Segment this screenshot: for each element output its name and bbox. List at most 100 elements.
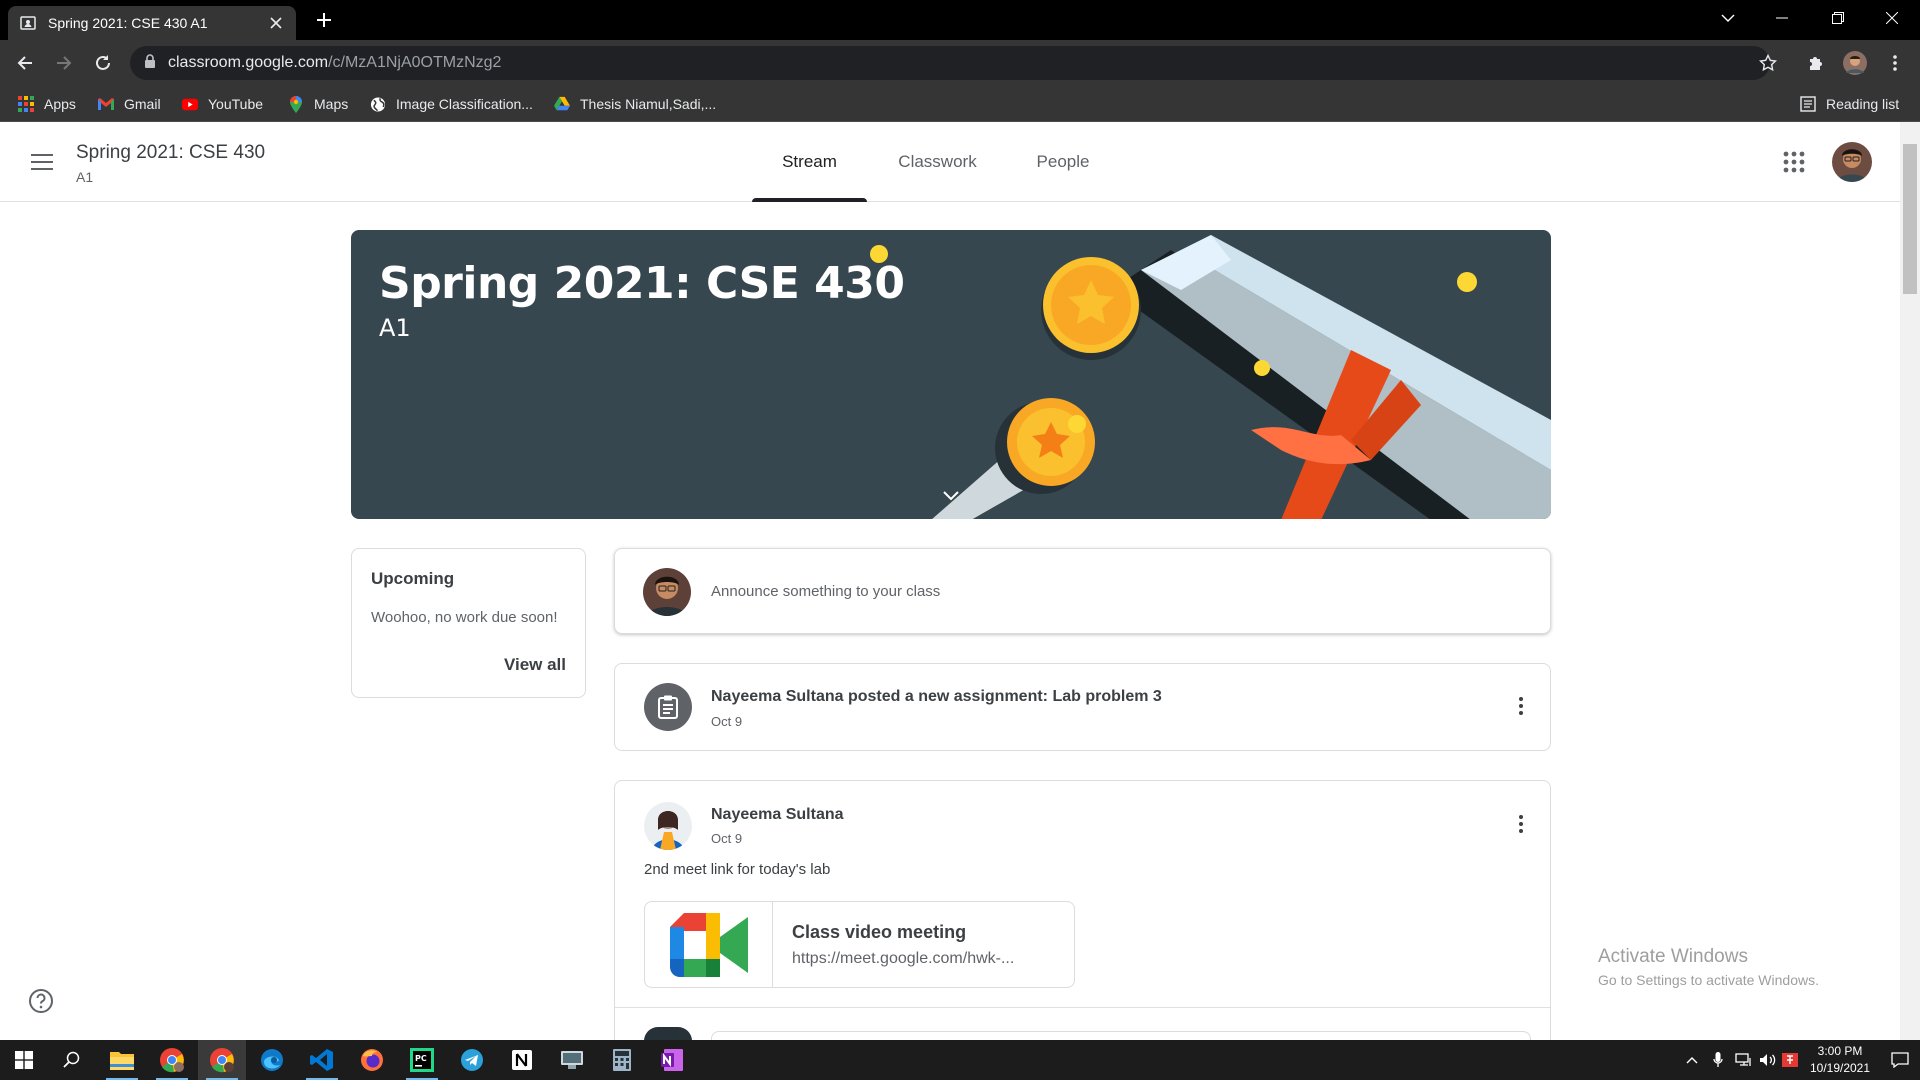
- browser-toolbar: classroom.google.com/c/MzA1NjA0OTMzNzg2: [0, 40, 1920, 86]
- post-date: Oct 9: [711, 831, 743, 846]
- bookmark-image-classification[interactable]: Image Classification...: [370, 94, 533, 114]
- google-apps-icon[interactable]: [1782, 150, 1806, 174]
- class-banner: Spring 2021: CSE 430 A1: [351, 230, 1551, 519]
- lock-icon[interactable]: [144, 53, 156, 73]
- post-author: Nayeema Sultana: [711, 806, 844, 823]
- minimize-icon[interactable]: [1754, 0, 1810, 36]
- clock-date: 10/19/2021: [1809, 1061, 1871, 1075]
- system-clock[interactable]: 3:00 PM 10/19/2021: [1800, 1043, 1880, 1077]
- banner-section: A1: [379, 314, 411, 342]
- watermark-subtitle: Go to Settings to activate Windows.: [1598, 972, 1819, 988]
- search-icon[interactable]: [48, 1040, 96, 1080]
- extensions-puzzle-icon[interactable]: [1803, 50, 1829, 76]
- close-tab-icon[interactable]: [268, 15, 284, 31]
- banner-class-name: Spring 2021: CSE 430: [379, 258, 905, 309]
- onenote-icon[interactable]: [648, 1040, 696, 1080]
- action-center-icon[interactable]: [1880, 1040, 1920, 1080]
- volume-icon[interactable]: [1756, 1040, 1780, 1080]
- clock-time: 3:00 PM: [1817, 1044, 1863, 1058]
- post-body: 2nd meet link for today's lab: [644, 861, 831, 878]
- reload-icon[interactable]: [90, 50, 116, 76]
- bookmark-star-icon[interactable]: [1755, 50, 1781, 76]
- upcoming-message: Woohoo, no work due soon!: [371, 609, 558, 626]
- attachment-url: https://meet.google.com/hwk-...: [792, 950, 1015, 967]
- more-options-icon[interactable]: [1509, 694, 1533, 718]
- edge-icon[interactable]: [248, 1040, 296, 1080]
- maps-icon: [288, 95, 304, 113]
- firefox-icon[interactable]: [348, 1040, 396, 1080]
- author-avatar: [644, 802, 692, 850]
- bookmark-gmail[interactable]: Gmail: [98, 94, 161, 114]
- chrome-menu-icon[interactable]: [1882, 50, 1908, 76]
- comment-avatar: [644, 1027, 692, 1041]
- file-explorer-icon[interactable]: [98, 1040, 146, 1080]
- main-menu-icon[interactable]: [28, 148, 56, 176]
- assignment-icon: [644, 683, 692, 731]
- pycharm-icon[interactable]: PC: [398, 1040, 446, 1080]
- show-hidden-icons-icon[interactable]: [1680, 1040, 1704, 1080]
- vscode-icon[interactable]: [298, 1040, 346, 1080]
- address-bar[interactable]: classroom.google.com/c/MzA1NjA0OTMzNzg2: [130, 46, 1770, 80]
- classroom-header: Spring 2021: CSE 430 A1 Stream Classwork…: [0, 122, 1900, 202]
- restore-icon[interactable]: [1810, 0, 1866, 36]
- stream-post: Nayeema Sultana Oct 9 2nd meet link for …: [614, 780, 1551, 1041]
- chevron-down-icon[interactable]: [937, 482, 965, 510]
- bookmarks-bar: Apps Gmail YouTube Maps Image Classifica…: [0, 86, 1920, 122]
- back-icon[interactable]: [12, 50, 38, 76]
- chrome-profile-2-icon[interactable]: [198, 1040, 246, 1080]
- browser-tab[interactable]: Spring 2021: CSE 430 A1: [8, 6, 296, 40]
- account-avatar[interactable]: [1832, 142, 1872, 182]
- watermark-title: Activate Windows: [1598, 946, 1748, 967]
- browser-tab-strip: Spring 2021: CSE 430 A1: [0, 0, 1920, 40]
- telegram-icon[interactable]: [448, 1040, 496, 1080]
- profile-avatar-icon[interactable]: [1842, 50, 1868, 76]
- close-window-icon[interactable]: [1864, 0, 1920, 36]
- network-icon[interactable]: [1732, 1040, 1756, 1080]
- drive-icon: [554, 96, 570, 112]
- bookmark-youtube[interactable]: YouTube: [182, 94, 263, 114]
- activate-windows-watermark: Activate Windows Go to Settings to activ…: [1598, 946, 1819, 988]
- help-icon[interactable]: [28, 988, 54, 1014]
- reading-list-button[interactable]: Reading list: [1800, 94, 1899, 114]
- post-divider: [615, 1007, 1550, 1008]
- scrollbar-thumb[interactable]: [1903, 144, 1917, 294]
- language-flag-icon[interactable]: [1778, 1040, 1802, 1080]
- bookmark-label: Maps: [314, 96, 349, 112]
- bookmark-label: Apps: [44, 96, 76, 112]
- chrome-profile-1-icon[interactable]: [148, 1040, 196, 1080]
- page-scrollbar[interactable]: [1900, 122, 1920, 1042]
- svg-text:PC: PC: [415, 1054, 427, 1063]
- assignment-date: Oct 9: [711, 714, 743, 729]
- bookmark-label: Gmail: [124, 96, 161, 112]
- forward-icon[interactable]: [51, 50, 77, 76]
- bookmark-maps[interactable]: Maps: [288, 94, 348, 114]
- view-all-link[interactable]: View all: [504, 655, 566, 675]
- url-path: /c/MzA1NjA0OTMzNzg2: [328, 54, 502, 71]
- microphone-icon[interactable]: [1706, 1040, 1730, 1080]
- url-domain: classroom.google.com: [168, 54, 329, 71]
- announce-placeholder: Announce something to your class: [711, 583, 941, 600]
- attachment-title: Class video meeting: [792, 922, 967, 942]
- meet-attachment[interactable]: Class video meeting https://meet.google.…: [644, 901, 1075, 988]
- globe-icon: [370, 96, 386, 112]
- reading-list-icon: [1800, 96, 1816, 112]
- tab-classwork[interactable]: Classwork: [880, 122, 995, 202]
- google-meet-icon: [645, 902, 773, 987]
- bookmark-label: Thesis Niamul,Sadi,...: [580, 96, 717, 112]
- more-options-icon[interactable]: [1509, 812, 1533, 836]
- youtube-icon: [182, 96, 198, 112]
- url-text: classroom.google.com/c/MzA1NjA0OTMzNzg2: [168, 54, 501, 72]
- assignment-post[interactable]: Nayeema Sultana posted a new assignment:…: [614, 663, 1551, 751]
- tab-search-icon[interactable]: [1700, 0, 1756, 36]
- bookmark-apps[interactable]: Apps: [18, 94, 76, 114]
- tab-people[interactable]: People: [1008, 122, 1118, 202]
- remote-desktop-icon[interactable]: [548, 1040, 596, 1080]
- announce-box[interactable]: Announce something to your class: [614, 548, 1551, 634]
- tab-stream[interactable]: Stream: [752, 122, 867, 202]
- class-title[interactable]: Spring 2021: CSE 430: [76, 142, 265, 164]
- calculator-icon[interactable]: [598, 1040, 646, 1080]
- bookmark-thesis[interactable]: Thesis Niamul,Sadi,...: [554, 94, 716, 114]
- new-tab-icon[interactable]: [312, 8, 336, 32]
- windows-start-icon[interactable]: [0, 1040, 48, 1080]
- notion-icon[interactable]: [498, 1040, 546, 1080]
